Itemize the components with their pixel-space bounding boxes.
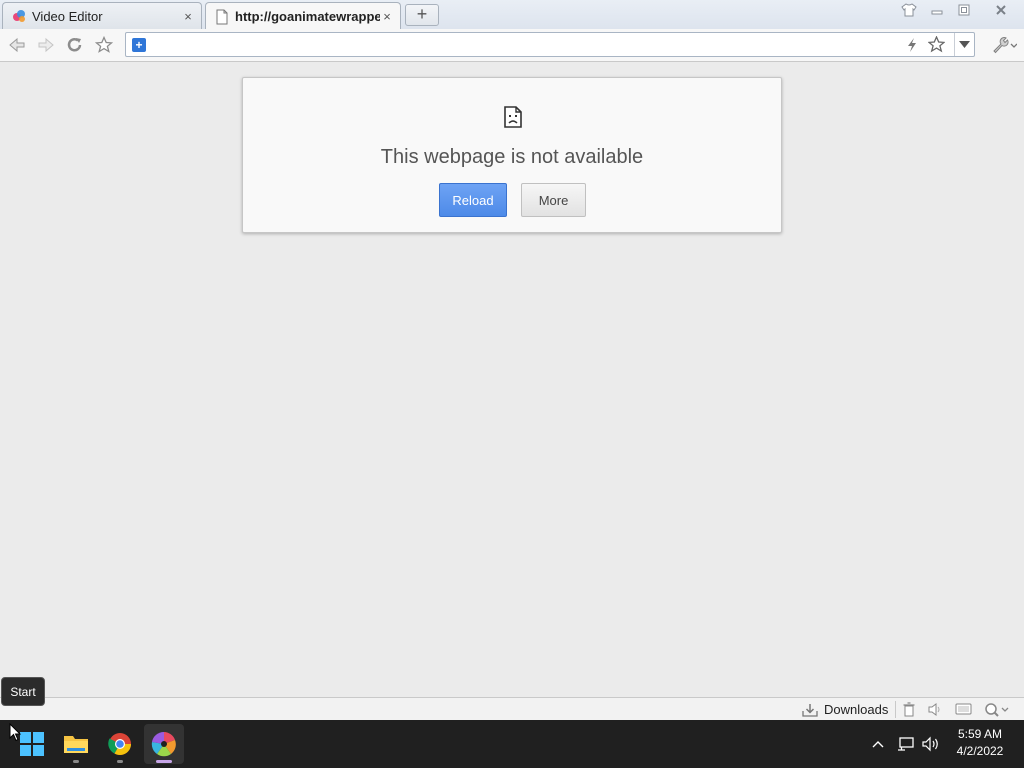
video-editor-icon bbox=[151, 731, 176, 757]
sad-page-icon bbox=[504, 106, 522, 128]
reload-icon bbox=[67, 38, 82, 52]
address-bar[interactable]: + bbox=[125, 32, 975, 57]
close-tab-icon[interactable]: × bbox=[181, 9, 195, 24]
taskbar: 5:59 AM 4/2/2022 bbox=[0, 720, 1024, 768]
screen-icon[interactable] bbox=[955, 701, 972, 718]
tab-strip: Video Editor × http://goanimatewrapper ×… bbox=[0, 0, 1024, 30]
minimize-icon[interactable] bbox=[928, 0, 946, 20]
active-indicator bbox=[156, 760, 172, 763]
taskbar-video-editor[interactable] bbox=[144, 724, 184, 764]
forward-arrow-icon bbox=[38, 37, 54, 53]
speaker-icon[interactable] bbox=[927, 701, 943, 718]
address-input[interactable] bbox=[152, 35, 896, 56]
show-hidden-icons-chevron-icon[interactable] bbox=[870, 734, 886, 754]
running-indicator bbox=[117, 760, 123, 763]
volume-icon[interactable] bbox=[921, 734, 941, 754]
close-window-icon[interactable] bbox=[992, 0, 1010, 20]
file-explorer-icon bbox=[64, 736, 88, 753]
back-button[interactable] bbox=[6, 34, 28, 56]
wrench-menu-button[interactable] bbox=[990, 34, 1018, 56]
more-button[interactable]: More bbox=[521, 183, 586, 217]
running-indicator bbox=[73, 760, 79, 763]
page-favicon-icon bbox=[216, 9, 228, 24]
error-panel: This webpage is not available Reload Mor… bbox=[242, 77, 782, 233]
browser-toolbar: + bbox=[0, 29, 1024, 62]
system-clock[interactable]: 5:59 AM 4/2/2022 bbox=[945, 726, 1015, 760]
taskbar-chrome[interactable] bbox=[100, 724, 140, 764]
address-bar-divider bbox=[954, 33, 955, 56]
restore-icon[interactable] bbox=[955, 0, 973, 20]
new-tab-button[interactable]: + bbox=[405, 4, 439, 26]
downloads-button[interactable]: Downloads bbox=[802, 701, 888, 718]
status-divider bbox=[895, 701, 896, 718]
tab-video-editor[interactable]: Video Editor × bbox=[2, 2, 202, 29]
reload-button[interactable]: Reload bbox=[439, 183, 507, 217]
status-bar: Downloads bbox=[0, 697, 1024, 721]
taskbar-file-explorer[interactable] bbox=[56, 724, 96, 764]
tab-goanimatewrapper[interactable]: http://goanimatewrapper × bbox=[205, 2, 401, 30]
star-icon bbox=[95, 36, 113, 53]
start-icon bbox=[20, 732, 44, 756]
reload-toolbar-button[interactable] bbox=[64, 34, 86, 56]
clock-date: 4/2/2022 bbox=[956, 744, 1004, 758]
downloads-label: Downloads bbox=[824, 702, 889, 717]
start-tooltip: Start bbox=[1, 677, 45, 706]
close-tab-icon[interactable]: × bbox=[380, 9, 394, 24]
bookmark-star-button[interactable] bbox=[93, 34, 115, 56]
trash-icon[interactable] bbox=[902, 701, 916, 718]
chrome-icon bbox=[108, 733, 131, 755]
dropdown-arrow-icon[interactable] bbox=[959, 41, 970, 49]
themes-shirt-icon[interactable] bbox=[899, 0, 919, 20]
tab-title: http://goanimatewrapper bbox=[235, 9, 380, 24]
video-editor-favicon-icon bbox=[13, 10, 25, 22]
lightning-icon[interactable] bbox=[906, 38, 918, 52]
back-arrow-icon bbox=[9, 37, 25, 53]
security-shield-icon: + bbox=[132, 38, 146, 52]
wrench-icon bbox=[993, 37, 1017, 54]
tab-title: Video Editor bbox=[32, 8, 103, 24]
forward-button[interactable] bbox=[35, 34, 57, 56]
zoom-menu-icon[interactable] bbox=[984, 701, 1010, 718]
downloads-icon bbox=[802, 703, 818, 717]
network-icon[interactable] bbox=[896, 734, 916, 754]
error-title: This webpage is not available bbox=[380, 146, 644, 168]
bookmark-this-page-star-icon[interactable] bbox=[928, 36, 945, 53]
clock-time: 5:59 AM bbox=[957, 727, 1003, 741]
mouse-cursor-icon bbox=[9, 723, 21, 742]
